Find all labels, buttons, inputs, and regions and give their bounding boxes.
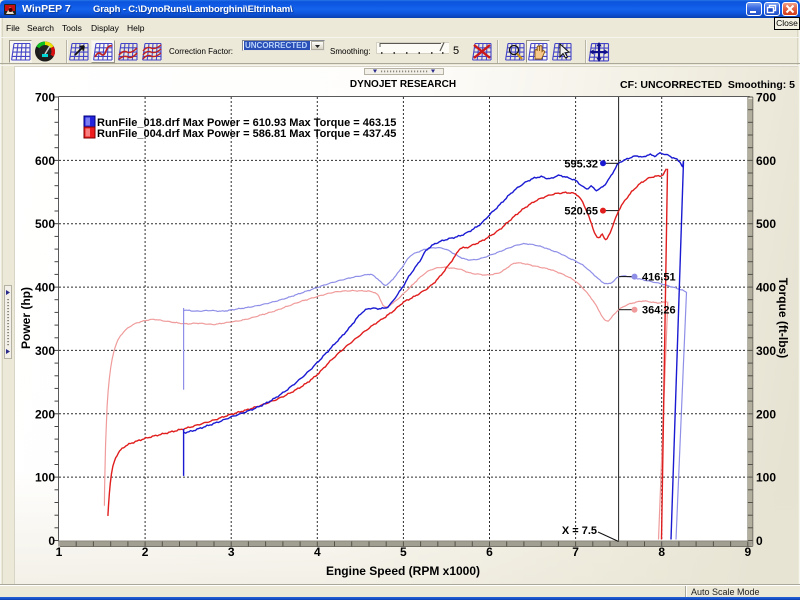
svg-text:2: 2	[142, 545, 149, 559]
svg-text:X = 7.5: X = 7.5	[562, 525, 597, 537]
svg-text:4: 4	[314, 545, 321, 559]
svg-text:700: 700	[756, 91, 776, 105]
svg-text:1: 1	[56, 545, 63, 559]
svg-text:DYNOJET RESEARCH: DYNOJET RESEARCH	[350, 79, 456, 90]
svg-text:100: 100	[35, 471, 55, 485]
svg-text:3: 3	[228, 545, 235, 559]
svg-text:CF: UNCORRECTED Smoothing: 5: CF: UNCORRECTED Smoothing: 5	[620, 79, 795, 91]
svg-text:7: 7	[572, 545, 579, 559]
svg-text:600: 600	[756, 154, 776, 168]
svg-text:100: 100	[756, 471, 776, 485]
svg-text:500: 500	[35, 217, 55, 231]
svg-text:200: 200	[756, 407, 776, 421]
svg-text:400: 400	[35, 281, 55, 295]
svg-text:9: 9	[744, 545, 751, 559]
svg-text:400: 400	[756, 281, 776, 295]
svg-text:520.65: 520.65	[564, 206, 598, 218]
svg-text:300: 300	[756, 344, 776, 358]
svg-text:Power (hp): Power (hp)	[19, 287, 33, 349]
svg-text:700: 700	[35, 91, 55, 105]
svg-text:600: 600	[35, 154, 55, 168]
svg-text:5: 5	[400, 545, 407, 559]
svg-text:6: 6	[486, 545, 493, 559]
svg-text:RunFile_004.drf Max Power = 58: RunFile_004.drf Max Power = 586.81 Max T…	[97, 128, 396, 140]
svg-text:Torque (ft-lbs): Torque (ft-lbs)	[776, 278, 790, 358]
svg-text:200: 200	[35, 407, 55, 421]
svg-text:300: 300	[35, 344, 55, 358]
svg-text:595.32: 595.32	[564, 158, 598, 170]
svg-text:0: 0	[48, 534, 55, 548]
svg-text:Engine Speed (RPM x1000): Engine Speed (RPM x1000)	[326, 564, 480, 578]
svg-text:500: 500	[756, 217, 776, 231]
svg-text:0: 0	[756, 534, 763, 548]
svg-text:364.26: 364.26	[642, 305, 676, 317]
svg-text:416.51: 416.51	[642, 272, 676, 284]
svg-text:8: 8	[658, 545, 665, 559]
